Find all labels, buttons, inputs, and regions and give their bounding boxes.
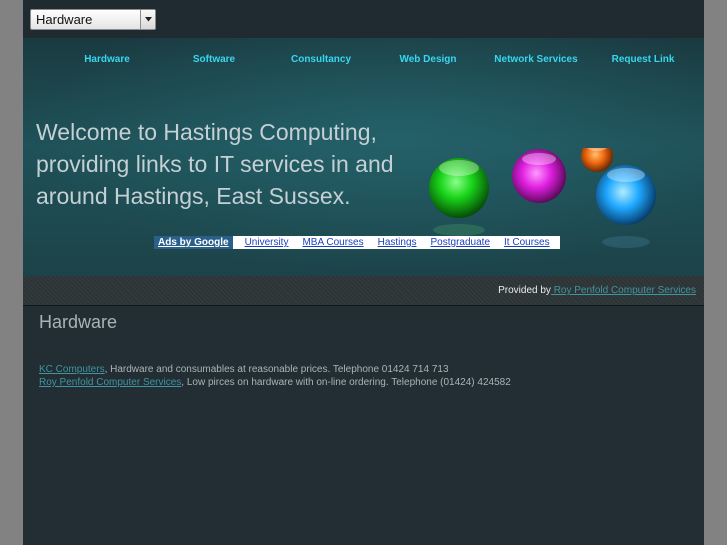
listing-description: , Hardware and consumables at reasonable… <box>104 364 449 375</box>
provided-by-text: Provided by Roy Penfold Computer Service… <box>498 285 696 296</box>
ads-bar: Ads by Google University MBA Courses Has… <box>154 236 560 249</box>
category-select[interactable]: Hardware <box>30 9 156 30</box>
welcome-line-3: around Hastings, East Sussex. <box>36 183 351 209</box>
left-margin <box>0 0 23 545</box>
chevron-down-icon[interactable] <box>140 10 155 29</box>
nav-hardware[interactable]: Hardware <box>84 54 130 65</box>
listing: KC Computers, Hardware and consumables a… <box>39 363 511 389</box>
welcome-line-1: Welcome to Hastings Computing, <box>36 119 377 145</box>
nav-web-design[interactable]: Web Design <box>399 54 456 65</box>
nav-consultancy[interactable]: Consultancy <box>291 54 351 65</box>
ad-link-university[interactable]: University <box>245 236 289 249</box>
ad-links: University MBA Courses Hastings Postgrad… <box>232 236 560 249</box>
nav-network-services[interactable]: Network Services <box>494 54 577 65</box>
ad-link-it-courses[interactable]: It Courses <box>504 236 550 249</box>
header-banner: Hardware Software Consultancy Web Design… <box>23 38 704 276</box>
ad-link-hastings[interactable]: Hastings <box>378 236 417 249</box>
nav-software[interactable]: Software <box>193 54 235 65</box>
listing-link-kc-computers[interactable]: KC Computers <box>39 364 105 375</box>
category-select-value: Hardware <box>36 12 93 27</box>
nav-request-link[interactable]: Request Link <box>612 54 675 65</box>
orange-orb-icon <box>581 148 613 172</box>
provider-link[interactable]: Roy Penfold Computer Services <box>551 285 696 296</box>
ad-link-mba-courses[interactable]: MBA Courses <box>302 236 363 249</box>
main-nav: Hardware Software Consultancy Web Design… <box>23 54 704 68</box>
welcome-line-2: providing links to IT services in and <box>36 151 394 177</box>
listing-link-roy-penfold[interactable]: Roy Penfold Computer Services <box>39 377 181 388</box>
main-content: Hardware KC Computers, Hardware and cons… <box>23 306 704 545</box>
provided-by-bar: Provided by Roy Penfold Computer Service… <box>23 276 704 306</box>
right-margin <box>704 0 727 545</box>
ads-by-google-link[interactable]: Ads by Google <box>154 236 233 249</box>
listing-description: , Low pirces on hardware with on-line or… <box>181 377 511 388</box>
provided-by-prefix: Provided by <box>498 285 551 296</box>
list-item: Roy Penfold Computer Services, Low pirce… <box>39 376 511 389</box>
page-title: Hardware <box>39 312 118 332</box>
list-item: KC Computers, Hardware and consumables a… <box>39 363 511 376</box>
ad-link-postgraduate[interactable]: Postgraduate <box>431 236 491 249</box>
welcome-heading: Welcome to Hastings Computing, providing… <box>36 116 456 212</box>
